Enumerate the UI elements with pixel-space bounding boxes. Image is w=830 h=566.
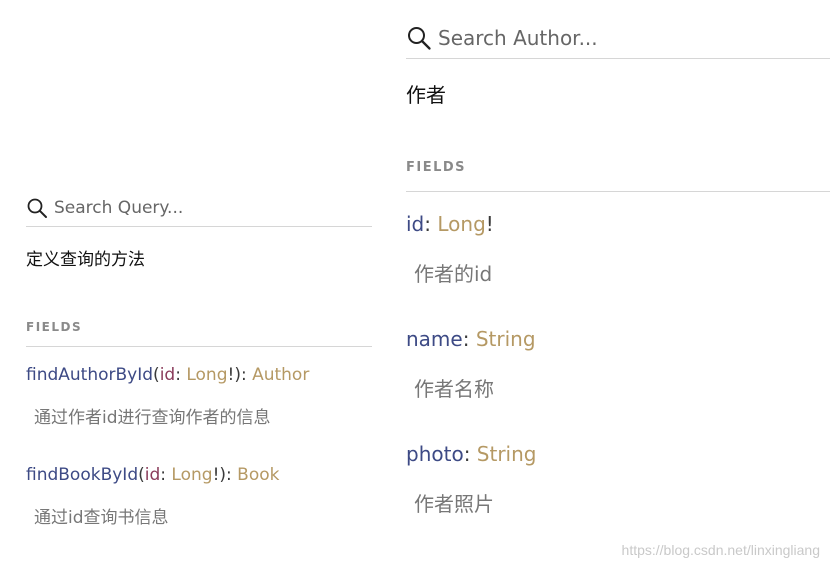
field-signature: findBookById(id: Long!): Book (26, 465, 372, 485)
field-signature: findAuthorById(id: Long!): Author (26, 365, 372, 385)
punctuation: ( (138, 465, 145, 485)
query-doc-panel: 定义查询的方法 FIELDS findAuthorById(id: Long!)… (26, 190, 372, 528)
field-item: name: String 作者名称 (406, 327, 830, 402)
field-signature: photo: String (406, 442, 830, 466)
punctuation: : (424, 212, 438, 236)
punctuation: : (160, 465, 172, 485)
field-signature: name: String (406, 327, 830, 351)
argument-type-link[interactable]: Long (171, 465, 212, 485)
return-type-link[interactable]: Author (252, 365, 309, 385)
punctuation: ( (153, 365, 160, 385)
field-name-link[interactable]: name (406, 327, 463, 351)
argument-type-link[interactable]: Long (186, 365, 227, 385)
punctuation: : (462, 327, 476, 351)
type-description: 定义查询的方法 (26, 250, 145, 270)
type-description: 作者 (406, 83, 446, 107)
search-icon (406, 25, 432, 51)
return-type-link[interactable]: Book (237, 465, 279, 485)
watermark-text: https://blog.csdn.net/linxingliang (621, 542, 820, 558)
field-name-link[interactable]: photo (406, 442, 464, 466)
author-search-input[interactable] (438, 26, 830, 50)
field-name-link[interactable]: id (406, 212, 424, 236)
author-doc-panel: 作者 FIELDS id: Long! 作者的id name: String 作… (406, 18, 830, 517)
field-name-link[interactable]: findAuthorById (26, 365, 153, 385)
field-item: findAuthorById(id: Long!): Author 通过作者id… (26, 365, 372, 428)
query-search-bar[interactable] (26, 190, 372, 227)
field-item: photo: String 作者照片 (406, 442, 830, 517)
search-icon (26, 197, 48, 219)
punctuation: ): (219, 465, 238, 485)
field-description: 作者的id (414, 262, 493, 286)
punctuation: : (175, 365, 187, 385)
field-description: 作者名称 (414, 377, 494, 401)
punctuation: ): (234, 365, 253, 385)
field-item: findBookById(id: Long!): Book 通过id查询书信息 (26, 465, 372, 528)
punctuation: : (463, 442, 477, 466)
field-description: 通过id查询书信息 (34, 508, 169, 528)
fields-heading: FIELDS (26, 320, 372, 347)
query-search-input[interactable] (54, 198, 372, 218)
fields-heading: FIELDS (406, 160, 830, 192)
argument-name: id (144, 465, 161, 485)
argument-name: id (159, 365, 176, 385)
field-description: 通过作者id进行查询作者的信息 (34, 408, 271, 428)
author-search-bar[interactable] (406, 18, 830, 59)
field-name-link[interactable]: findBookById (26, 465, 138, 485)
field-type-link[interactable]: Long (437, 212, 485, 236)
field-item: id: Long! 作者的id (406, 212, 830, 287)
field-signature: id: Long! (406, 212, 830, 236)
field-type-link[interactable]: String (477, 442, 537, 466)
field-description: 作者照片 (414, 492, 494, 516)
punctuation: ! (485, 212, 494, 236)
field-type-link[interactable]: String (476, 327, 536, 351)
